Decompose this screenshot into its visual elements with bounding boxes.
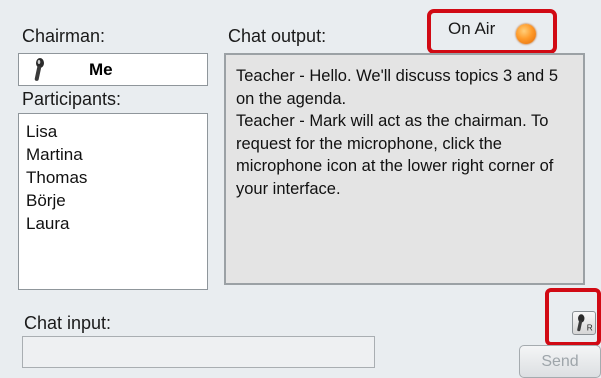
send-button[interactable]: Send: [519, 345, 601, 378]
chat-output[interactable]: Teacher - Hello. We'll discuss topics 3 …: [224, 53, 585, 285]
mic-request-button[interactable]: R: [572, 311, 596, 335]
participants-list[interactable]: Lisa Martina Thomas Börje Laura: [18, 113, 208, 290]
chat-message: Teacher - Hello. We'll discuss topics 3 …: [236, 67, 558, 108]
chairman-box: Me: [18, 53, 208, 86]
chairman-label: Chairman:: [22, 26, 106, 46]
chat-input-label: Chat input:: [24, 313, 112, 333]
chat-output-label: Chat output:: [228, 26, 327, 46]
participant-item[interactable]: Laura: [26, 212, 207, 235]
participant-item[interactable]: Thomas: [26, 166, 207, 189]
participant-item[interactable]: Martina: [26, 143, 207, 166]
chat-message: Teacher - Mark will act as the chairman.…: [236, 112, 554, 198]
request-badge: R: [587, 323, 593, 332]
on-air-indicator-icon: [516, 24, 536, 44]
participants-label: Participants:: [22, 89, 122, 109]
meeting-panel: Chairman: Me Participants: Lisa Martina …: [0, 0, 601, 378]
on-air-label: On Air: [448, 19, 496, 38]
chairman-name: Me: [89, 59, 113, 79]
participant-item[interactable]: Börje: [26, 189, 207, 212]
microphone-icon: R: [577, 314, 593, 332]
participant-item[interactable]: Lisa: [26, 120, 207, 143]
microphone-icon: [34, 57, 44, 81]
chat-input-field[interactable]: [22, 336, 375, 368]
